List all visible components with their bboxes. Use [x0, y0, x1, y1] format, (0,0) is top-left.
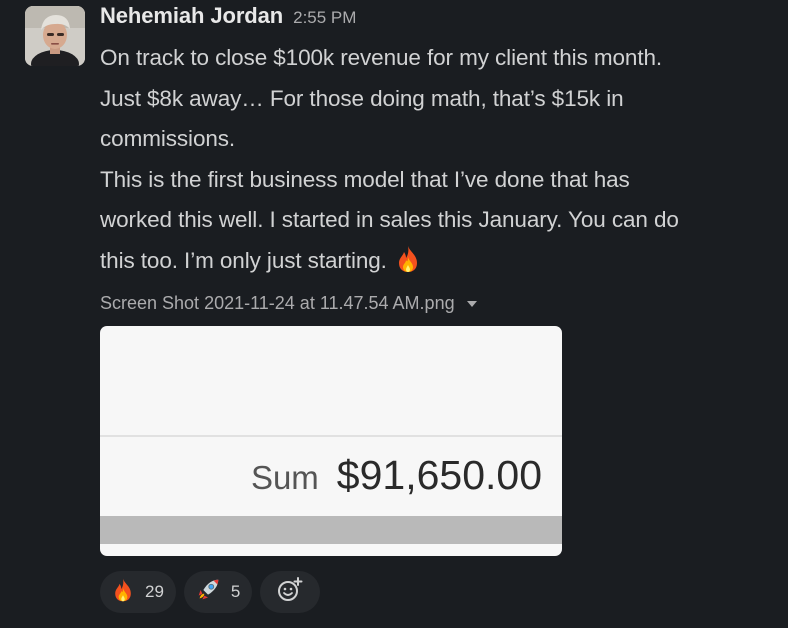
reaction-count: 5: [230, 582, 241, 601]
sum-value: $91,650.00: [336, 452, 542, 498]
reaction-rocket[interactable]: 5: [183, 571, 253, 613]
reaction-fire[interactable]: 29: [100, 571, 176, 613]
message-content: Nehemiah Jordan 2:55 PM On track to clos…: [100, 0, 788, 613]
add-reaction-button[interactable]: [260, 571, 321, 613]
image-attachment[interactable]: Sum $91,650.00: [100, 326, 562, 556]
sum-label: Sum: [250, 459, 319, 496]
sender-name[interactable]: Nehemiah Jordan: [100, 3, 283, 29]
add-reaction-icon: [275, 575, 305, 610]
attachment-filename[interactable]: Screen Shot 2021-11-24 at 11.47.54 AM.pn…: [100, 293, 455, 314]
fire-icon: [393, 244, 423, 288]
message-header: Nehemiah Jordan 2:55 PM: [100, 0, 788, 34]
attachment-sum: Sum $91,650.00: [251, 452, 542, 499]
message-line: Just $8k away… For those doing math, tha…: [100, 85, 624, 111]
message-body: On track to close $100k revenue for my c…: [100, 38, 788, 287]
avatar[interactable]: [25, 6, 85, 66]
message-line: worked this well. I started in sales thi…: [100, 207, 679, 232]
message-line-last: this too. I’m only just starting.: [100, 241, 788, 288]
timestamp[interactable]: 2:55 PM: [293, 8, 356, 28]
rocket-icon: [194, 576, 222, 609]
message-line: this too. I’m only just starting.: [100, 247, 387, 273]
message-line: This is the first business model that I’…: [100, 166, 630, 192]
message-line: commissions.: [100, 126, 236, 151]
attachment-filename-row[interactable]: Screen Shot 2021-11-24 at 11.47.54 AM.pn…: [100, 290, 477, 316]
attachment-divider: [100, 435, 562, 437]
attachment-bar: [100, 516, 562, 544]
message-line: On track to close $100k revenue for my c…: [100, 45, 663, 70]
slack-message: Nehemiah Jordan 2:55 PM On track to clos…: [0, 0, 788, 628]
avatar-image: [25, 6, 85, 66]
reactions-bar: 29 5: [100, 571, 321, 613]
reaction-count: 29: [145, 582, 164, 601]
chevron-down-icon[interactable]: [466, 301, 477, 307]
fire-icon: [110, 577, 136, 608]
